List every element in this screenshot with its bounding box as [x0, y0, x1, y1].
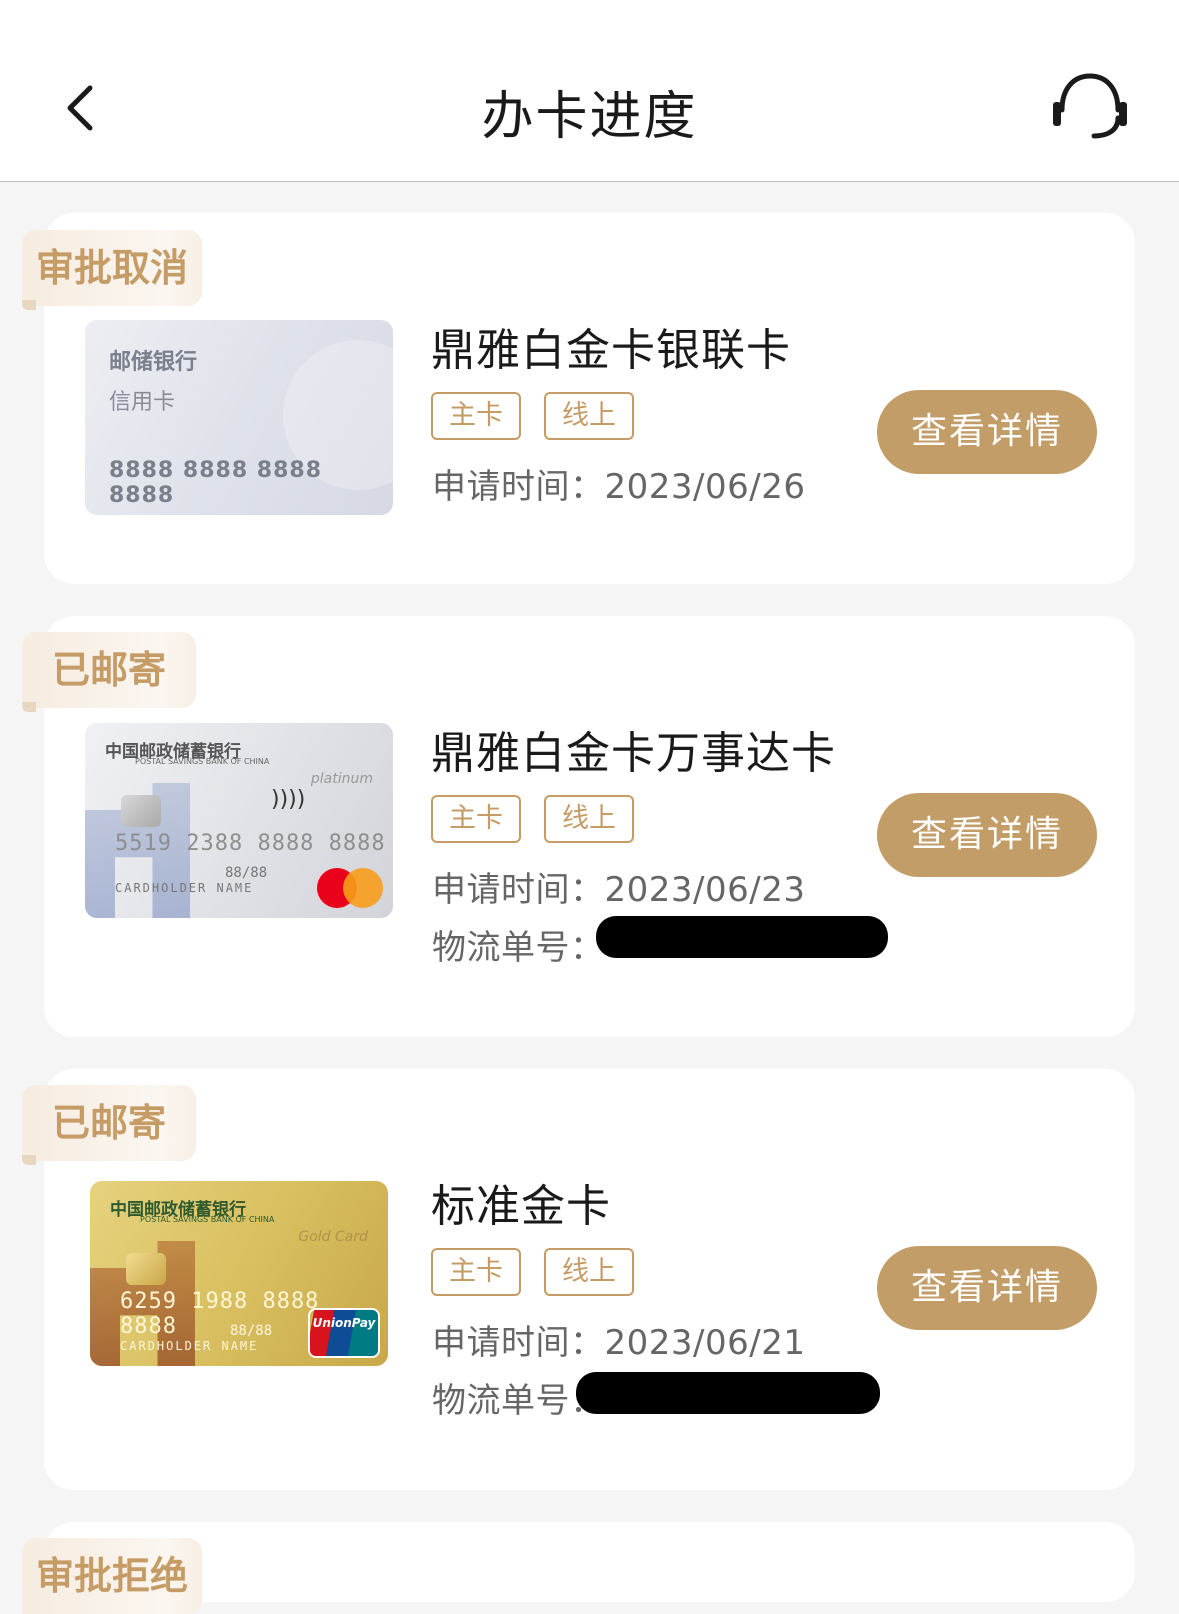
card-grade: Gold Card	[298, 1229, 368, 1245]
mastercard-logo-icon	[317, 868, 383, 908]
card-name: 鼎雅白金卡银联卡	[431, 325, 791, 376]
status-badge: 审批取消	[22, 230, 203, 306]
card-grade: platinum	[310, 771, 373, 787]
card-thumbnail: 中国邮政储蓄银行 POSTAL SAVINGS BANK OF CHINA pl…	[85, 723, 393, 918]
redaction-mark	[596, 916, 888, 958]
status-badge: 已邮寄	[22, 1085, 197, 1161]
card-number: 5519 2388 8888 8888	[115, 831, 386, 856]
card-expiry: 88/88	[230, 1323, 273, 1339]
card-bank-name-en: POSTAL SAVINGS BANK OF CHINA	[140, 1215, 275, 1224]
tag-primary-card: 主卡	[431, 795, 521, 843]
badge-tail	[22, 300, 36, 310]
tag-online: 线上	[544, 392, 634, 440]
card-bank-name-en: POSTAL SAVINGS BANK OF CHINA	[135, 757, 270, 766]
tag-online: 线上	[544, 795, 634, 843]
tracking-number: 物流单号：	[432, 928, 605, 968]
card-name: 鼎雅白金卡万事达卡	[431, 728, 836, 779]
cardholder-name: CARDHOLDER NAME	[115, 881, 254, 895]
application-card	[44, 1522, 1135, 1602]
apply-time: 申请时间：2023/06/23	[432, 870, 806, 910]
chip-icon	[126, 1253, 166, 1285]
contactless-icon: ))))	[271, 787, 306, 812]
card-bank-name: 邮储银行	[109, 350, 198, 375]
card-subtitle: 信用卡	[109, 390, 176, 415]
tag-online: 线上	[544, 1248, 634, 1296]
cardholder-name: CARDHOLDER NAME	[120, 1339, 259, 1353]
card-expiry: 88/88	[225, 865, 268, 881]
page-title: 办卡进度	[481, 87, 698, 147]
view-details-button[interactable]: 查看详情	[877, 390, 1097, 474]
redaction-mark	[576, 1372, 880, 1414]
view-details-button[interactable]: 查看详情	[877, 793, 1097, 877]
card-number: 8888 8888 8888 8888	[109, 458, 323, 508]
view-details-button[interactable]: 查看详情	[877, 1246, 1097, 1330]
tag-primary-card: 主卡	[431, 392, 521, 440]
badge-tail	[22, 1155, 36, 1165]
badge-tail	[22, 702, 36, 712]
header-bar: 办卡进度	[0, 0, 1179, 182]
card-thumbnail: 邮储银行 信用卡 8888 8888 8888 8888	[85, 320, 393, 515]
chip-icon	[121, 795, 161, 827]
tag-primary-card: 主卡	[431, 1248, 521, 1296]
status-badge: 已邮寄	[22, 632, 197, 708]
card-name: 标准金卡	[431, 1181, 611, 1232]
apply-time: 申请时间：2023/06/21	[432, 1323, 806, 1363]
apply-time: 申请时间：2023/06/26	[432, 467, 806, 507]
card-thumbnail: 中国邮政储蓄银行 POSTAL SAVINGS BANK OF CHINA Go…	[90, 1181, 388, 1366]
headset-icon[interactable]	[1048, 70, 1132, 144]
unionpay-logo-icon: UnionPay	[308, 1308, 380, 1358]
status-badge: 审批拒绝	[22, 1538, 203, 1614]
